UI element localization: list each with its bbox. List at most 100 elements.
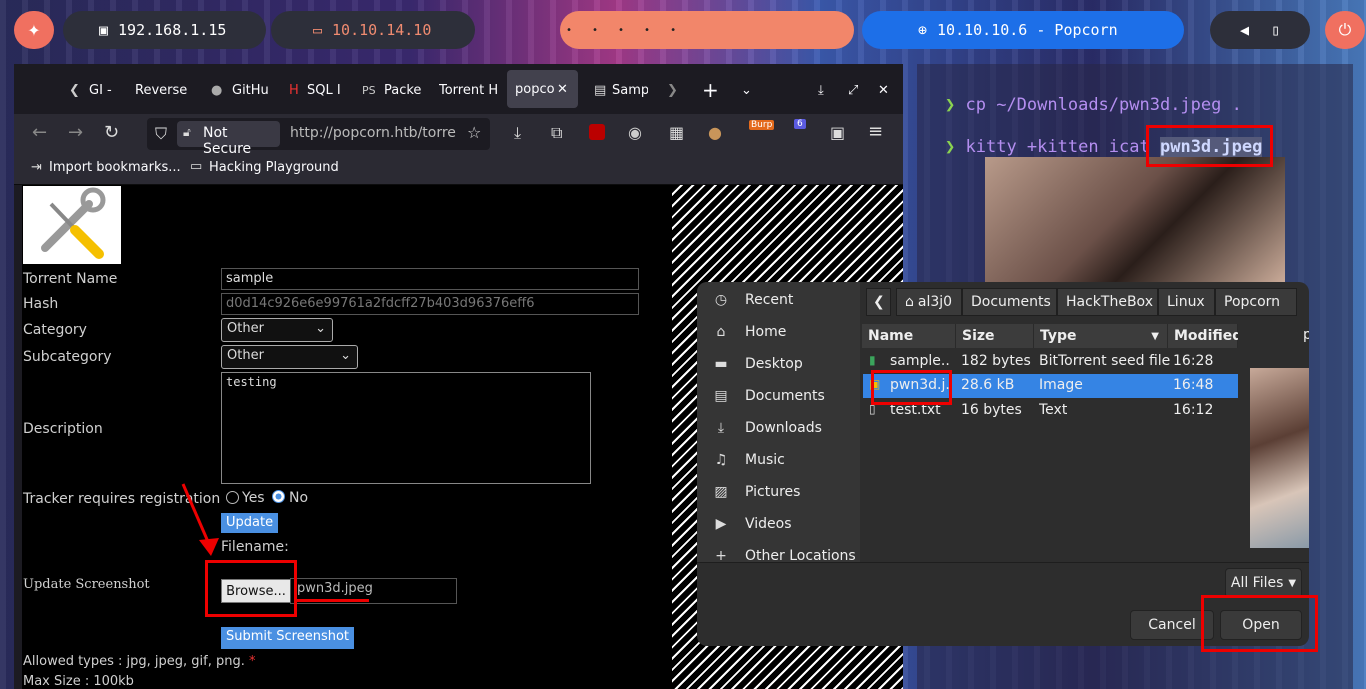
- minimize-icon[interactable]: ⤓: [818, 74, 824, 106]
- extension-badge[interactable]: 6: [794, 119, 806, 129]
- submit-screenshot-button[interactable]: Submit Screenshot: [221, 627, 355, 649]
- document-icon: ▤: [714, 388, 728, 404]
- subcategory-value: Other: [227, 348, 264, 363]
- update-button[interactable]: Update: [221, 513, 279, 533]
- cookie-icon[interactable]: ●: [708, 123, 722, 142]
- back-icon[interactable]: ←: [32, 122, 47, 143]
- tab-sample[interactable]: Samp: [612, 74, 648, 106]
- radio-yes[interactable]: [226, 491, 239, 504]
- column-modified[interactable]: Modified: [1168, 324, 1242, 348]
- hash-label: Hash: [23, 296, 59, 312]
- tab-github[interactable]: GitHu: [232, 74, 268, 106]
- tab-scroll-right-icon[interactable]: ❯: [667, 74, 678, 106]
- file-modified: 16:12: [1173, 402, 1214, 418]
- category-value: Other: [227, 321, 264, 336]
- tab-reverse[interactable]: Reverse: [135, 74, 190, 106]
- crumb-hackthebox[interactable]: HackTheBox: [1057, 288, 1158, 316]
- place-downloads[interactable]: ⤓ Downloads: [697, 412, 860, 444]
- wappalyzer-icon[interactable]: ◉: [628, 123, 642, 142]
- place-recent[interactable]: ◷ Recent: [697, 284, 860, 316]
- window-close-icon[interactable]: ✕: [878, 74, 889, 106]
- power-icon[interactable]: ⏻: [1325, 11, 1365, 49]
- shield-icon[interactable]: ⛉: [155, 124, 167, 144]
- navigation-toolbar: ← → ↻ ⛉ 🔓︎ Not Secure http://popcorn.htb…: [14, 114, 903, 157]
- description-textarea[interactable]: testing: [221, 372, 591, 484]
- github-icon: ●: [211, 82, 223, 98]
- file-modified: 16:48: [1173, 377, 1214, 393]
- tab-scroll-left-icon[interactable]: ❮: [69, 74, 80, 106]
- home-icon: ⌂: [905, 294, 914, 310]
- place-home[interactable]: ⌂ Home: [697, 316, 860, 348]
- crumb-home-label: al3j0: [917, 294, 953, 310]
- tab-list-icon[interactable]: ⌄: [741, 74, 752, 106]
- maximize-icon[interactable]: ⤢: [848, 74, 858, 106]
- picture-icon: ▨: [714, 484, 728, 500]
- bookmark-star-icon[interactable]: ☆: [467, 123, 481, 142]
- highlight-selected-file: [871, 370, 952, 405]
- account-icon[interactable]: ▣: [830, 123, 845, 142]
- extensions-icon[interactable]: ⧉: [551, 123, 562, 143]
- place-music[interactable]: ♫ Music: [697, 444, 860, 476]
- category-select[interactable]: Other ⌄: [221, 318, 333, 342]
- sql-icon: H: [289, 82, 299, 98]
- place-music-label: Music: [745, 452, 785, 468]
- place-desktop[interactable]: ▬ Desktop: [697, 348, 860, 380]
- kali-menu-icon[interactable]: ✦: [14, 11, 54, 49]
- subcategory-select[interactable]: Other ⌄: [221, 345, 358, 369]
- column-size[interactable]: Size: [956, 324, 1034, 348]
- tab-torrent[interactable]: Torrent H: [439, 74, 499, 106]
- bookmarks-toolbar: ⇥ Import bookmarks... ▭ Hacking Playgrou…: [14, 154, 903, 185]
- qr-code-icon[interactable]: ▦: [669, 123, 684, 142]
- tab-gi[interactable]: GI -: [89, 74, 119, 106]
- new-tab-icon[interactable]: +: [702, 74, 719, 106]
- place-other-locations[interactable]: + Other Locations: [697, 548, 860, 560]
- tab-packet[interactable]: Packe: [384, 74, 424, 106]
- place-documents[interactable]: ▤ Documents: [697, 380, 860, 412]
- bookmark-import[interactable]: Import bookmarks...: [49, 160, 181, 175]
- torrent-name-label: Torrent Name: [23, 271, 118, 287]
- vpn-ip-text: 10.10.14.10: [332, 21, 432, 39]
- file-size: 28.6 kB: [961, 377, 1015, 393]
- downloads-icon[interactable]: ⤓: [514, 123, 521, 143]
- crumb-linux[interactable]: Linux: [1158, 288, 1215, 316]
- menu-icon[interactable]: ≡: [868, 121, 883, 142]
- file-filter-label: All Files: [1230, 575, 1284, 591]
- tab-popcorn-active[interactable]: popcorn ✕: [507, 70, 578, 108]
- reload-icon[interactable]: ↻: [104, 122, 119, 143]
- torrent-name-input[interactable]: sample: [221, 268, 639, 290]
- url-text[interactable]: http://popcorn.htb/torren: [290, 125, 457, 141]
- column-type[interactable]: Type ▼: [1034, 324, 1168, 348]
- subcategory-label: Subcategory: [23, 349, 112, 365]
- prompt-icon: ❯: [945, 137, 956, 157]
- column-name[interactable]: Name: [862, 324, 956, 348]
- not-secure-label: Not Secure: [203, 125, 252, 157]
- file-chooser-dialog: ◷ Recent ⌂ Home ▬ Desktop ▤ Documents ⤓ Downl…: [697, 282, 1309, 646]
- forward-icon[interactable]: →: [68, 122, 83, 143]
- tab-close-icon[interactable]: ✕: [557, 73, 568, 105]
- volume-icon[interactable]: ◀: [1240, 21, 1249, 39]
- tab-sql[interactable]: SQL I: [307, 74, 343, 106]
- bookmark-hacking-playground[interactable]: Hacking Playground: [209, 160, 339, 175]
- url-bar[interactable]: ⛉ 🔓︎ Not Secure http://popcorn.htb/torre…: [147, 118, 490, 157]
- file-name: sample....: [890, 353, 950, 369]
- file-filter-select[interactable]: All Files ▼: [1225, 568, 1302, 598]
- radio-no[interactable]: [272, 490, 285, 503]
- highlight-browse: [205, 560, 297, 617]
- site-info[interactable]: 🔓︎ Not Secure: [177, 121, 280, 157]
- folder-icon: ▭: [190, 159, 203, 174]
- torrent-edit-page: Torrent Name sample Hash d0d14c926e6e997…: [22, 185, 672, 689]
- column-type-label: Type: [1040, 328, 1077, 344]
- highlight-terminal-filename: [1146, 125, 1273, 167]
- place-videos[interactable]: ▶ Videos: [697, 508, 860, 540]
- burp-icon[interactable]: Burp: [749, 120, 775, 130]
- crumb-home[interactable]: ⌂ al3j0: [896, 288, 962, 316]
- required-mark: *: [249, 654, 256, 669]
- insecure-lock-icon: 🔓︎: [183, 125, 191, 139]
- crumb-popcorn[interactable]: Popcorn: [1215, 288, 1297, 316]
- path-back-button[interactable]: ❮: [866, 288, 891, 316]
- place-pictures[interactable]: ▨ Pictures: [697, 476, 860, 508]
- crumb-documents[interactable]: Documents: [962, 288, 1057, 316]
- packet-icon: PS: [362, 83, 376, 97]
- workspace-indicator[interactable]: •••••: [560, 11, 854, 49]
- ublock-icon[interactable]: [589, 124, 605, 140]
